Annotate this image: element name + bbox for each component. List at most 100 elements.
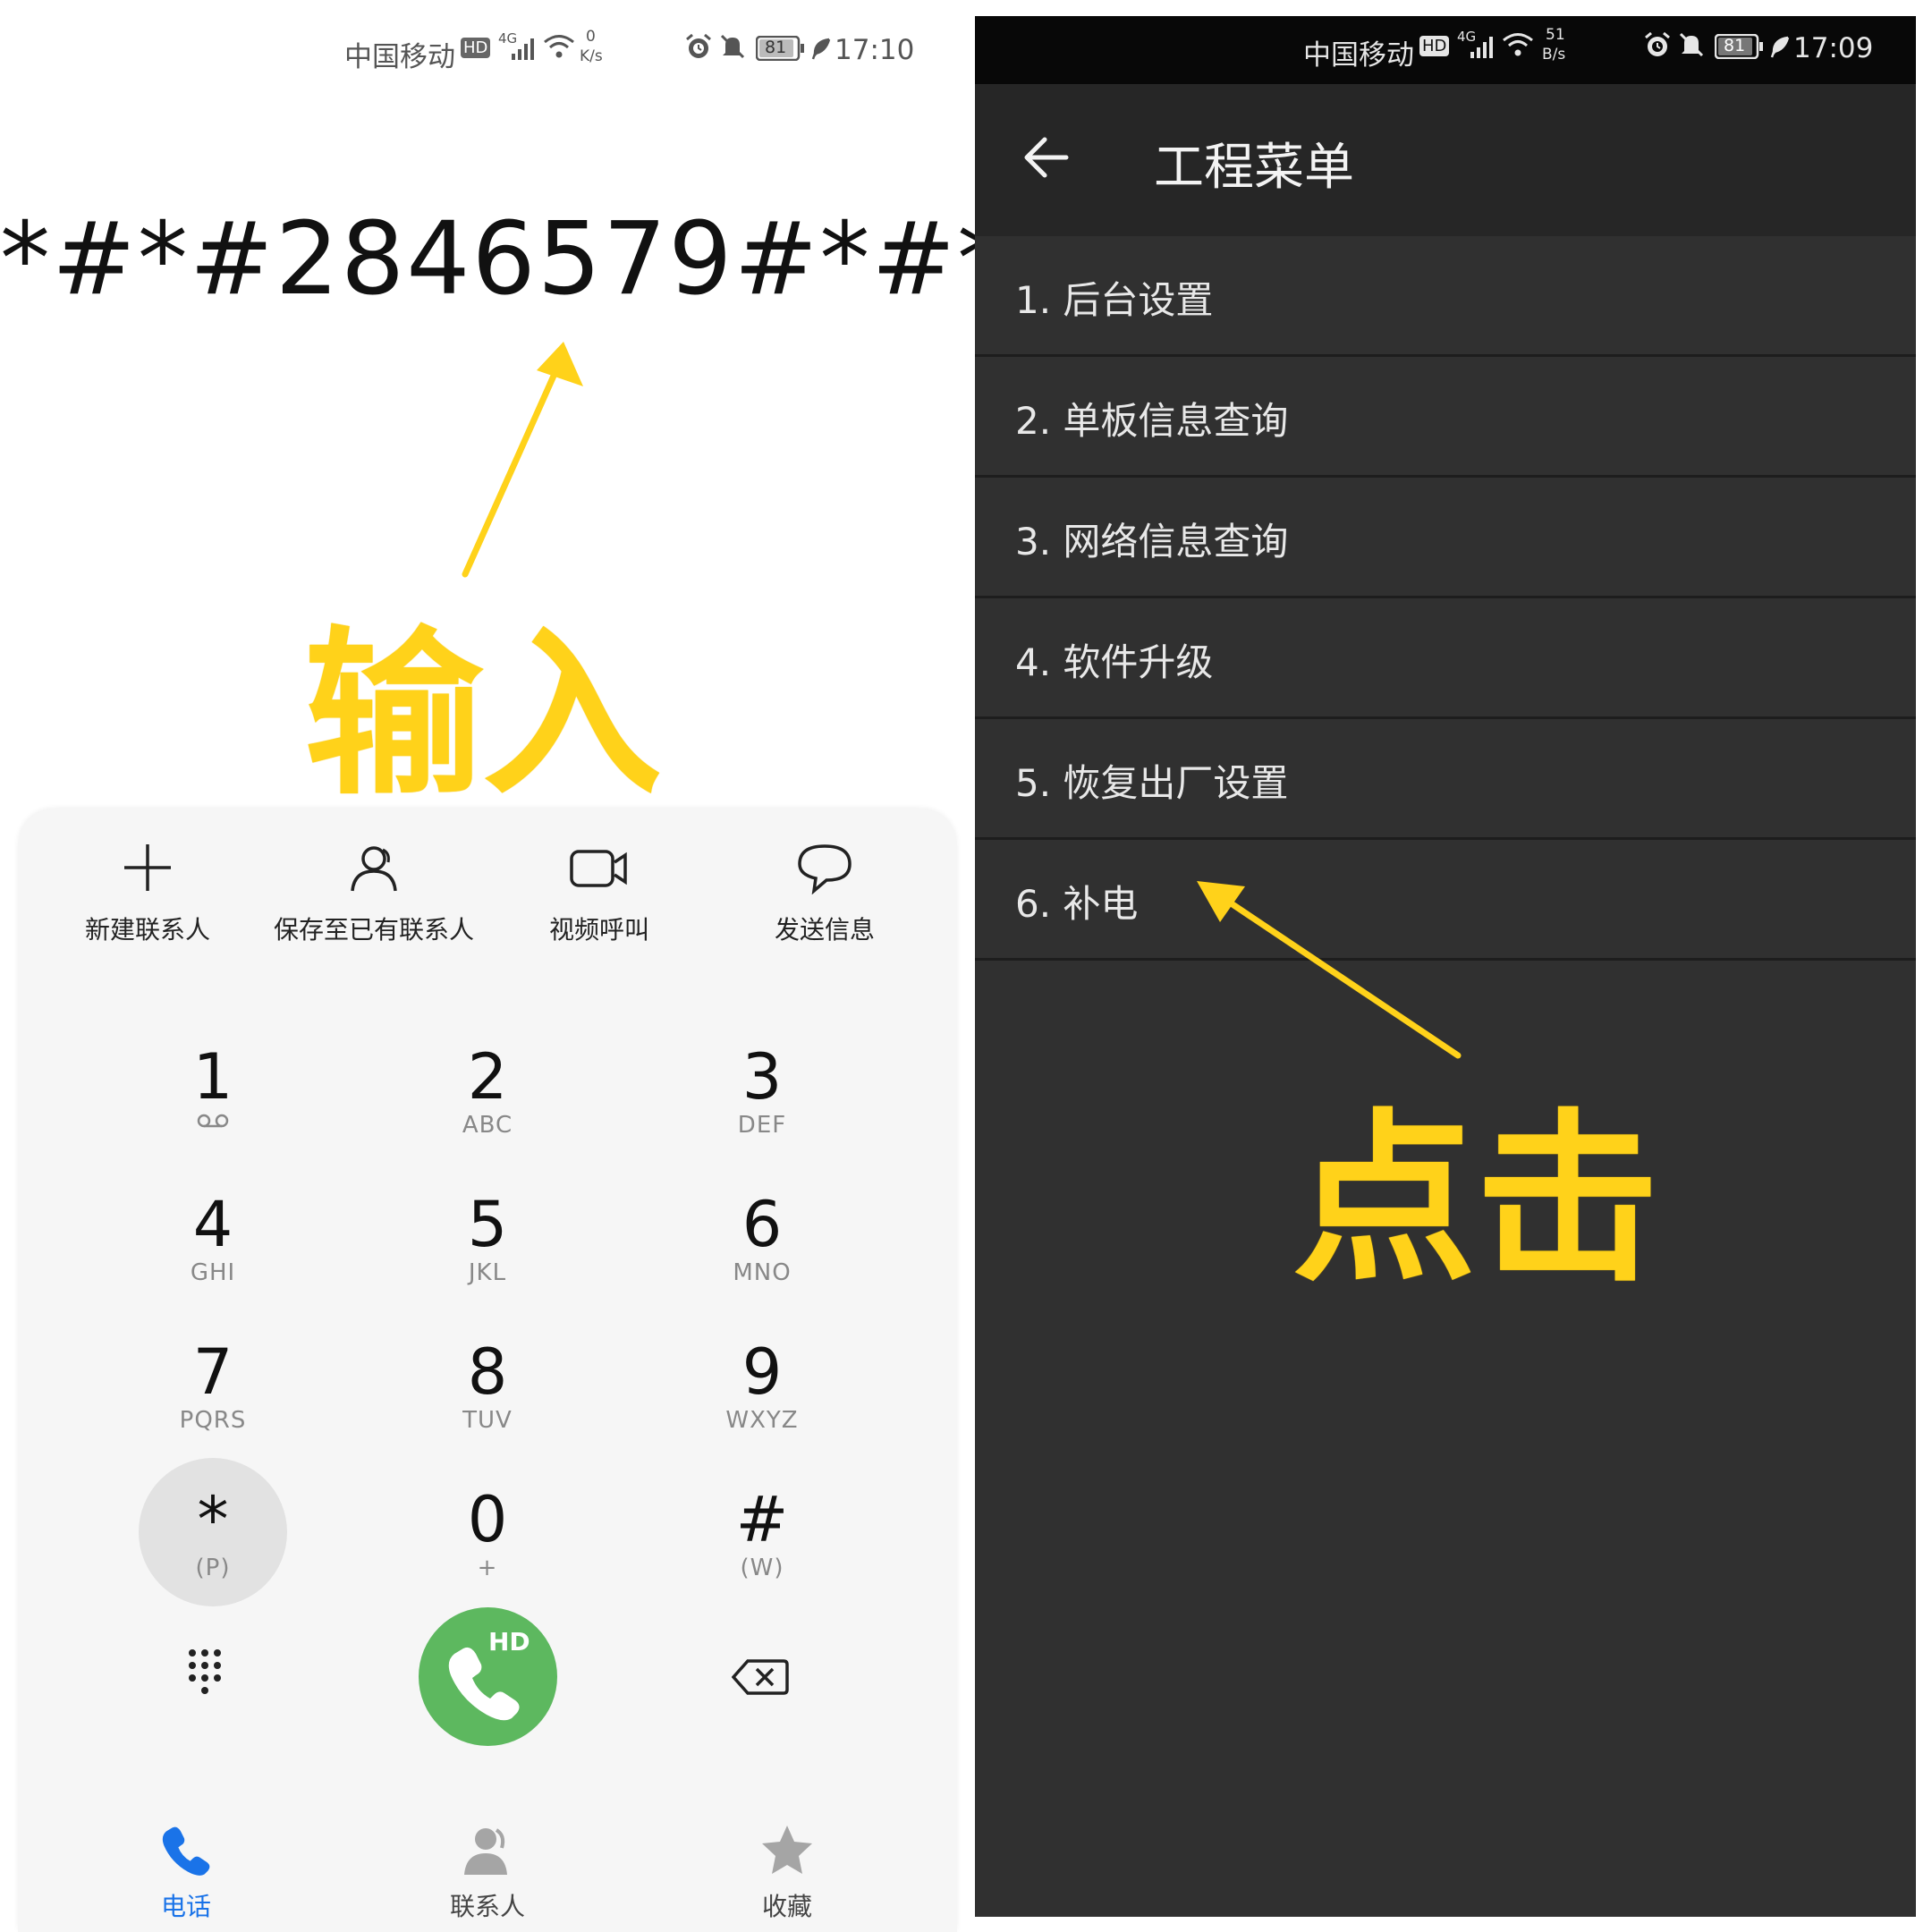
net-speed-value: 0 <box>586 28 596 46</box>
signal-icon <box>510 36 535 68</box>
speech-bubble-icon <box>798 844 852 894</box>
contacts-icon <box>464 1828 507 1875</box>
key-digit: 2 <box>467 1040 508 1114</box>
back-arrow-icon <box>1024 137 1069 178</box>
annotation-click-label: 点击 <box>1292 1094 1659 1307</box>
key-4[interactable]: 4 GHI <box>123 1190 302 1324</box>
carrier-name: 中国移动 <box>344 41 455 73</box>
net-speed-unit: B/s <box>1542 46 1566 64</box>
annotation-input-label: 输入 <box>304 611 663 819</box>
menu-item-label: 1. 后台设置 <box>1015 278 1214 322</box>
tab-contacts[interactable]: 联系人 <box>398 1823 577 1923</box>
wifi-icon <box>543 34 575 66</box>
key-digit: 8 <box>467 1335 508 1409</box>
status-bar: 中国移动 HD 4G 0 K/s 81 17:10 <box>344 29 917 73</box>
mute-icon <box>718 33 747 67</box>
menu-item-label: 2. 单板信息查询 <box>1015 399 1289 443</box>
battery-level: 81 <box>765 38 787 57</box>
save-to-contact-button[interactable]: 保存至已有联系人 <box>262 841 486 945</box>
annotation-arrow-left <box>1197 881 1462 1059</box>
menu-item-label: 3. 网络信息查询 <box>1015 520 1289 564</box>
video-camera-icon <box>570 850 627 887</box>
mute-icon <box>1677 31 1706 65</box>
key-3[interactable]: 3 DEF <box>673 1042 852 1176</box>
key-letters: (W) <box>740 1555 784 1581</box>
net-speed-value: 51 <box>1546 26 1565 44</box>
key-digit: 7 <box>192 1335 233 1409</box>
dialer-screen: 中国移动 HD 4G 0 K/s 81 17:10 *#*#2846579#*#… <box>0 0 1010 1932</box>
save-to-contact-label: 保存至已有联系人 <box>273 915 474 945</box>
key-digit: 5 <box>467 1188 508 1261</box>
key-1[interactable]: 1 <box>123 1042 302 1176</box>
call-button[interactable]: HD <box>419 1607 557 1746</box>
key-letters: PQRS <box>179 1407 247 1434</box>
menu-item-board-info[interactable]: 2. 单板信息查询 <box>975 357 1916 478</box>
key-letters: + <box>477 1555 498 1581</box>
key-digit: 1 <box>192 1040 233 1114</box>
menu-item-background-settings[interactable]: 1. 后台设置 <box>975 236 1916 357</box>
menu-item-network-info[interactable]: 3. 网络信息查询 <box>975 478 1916 598</box>
key-letters: ABC <box>462 1112 513 1139</box>
new-contact-label: 新建联系人 <box>84 915 210 945</box>
new-contact-button[interactable]: 新建联系人 <box>36 841 259 945</box>
page-title: 工程菜单 <box>1154 139 1354 197</box>
person-icon <box>351 846 397 892</box>
send-message-button[interactable]: 发送信息 <box>713 841 936 945</box>
backspace-icon <box>731 1659 789 1695</box>
video-call-button[interactable]: 视频呼叫 <box>487 841 711 945</box>
menu-item-label: 4. 软件升级 <box>1015 640 1214 684</box>
menu-item-factory-reset[interactable]: 5. 恢复出厂设置 <box>975 719 1916 840</box>
key-letters: DEF <box>737 1112 787 1139</box>
battery-level: 81 <box>1724 36 1746 55</box>
phone-icon <box>162 1826 210 1876</box>
key-letters: WXYZ <box>725 1407 799 1434</box>
key-digit: # <box>735 1483 789 1556</box>
key-2[interactable]: 2 ABC <box>398 1042 577 1176</box>
annotation-arrow-up <box>462 342 583 578</box>
key-digit: 6 <box>741 1188 783 1261</box>
power-saver-icon <box>1770 34 1790 66</box>
carrier-name: 中国移动 <box>1303 39 1414 72</box>
wifi-icon <box>1502 32 1534 64</box>
key-8[interactable]: 8 TUV <box>398 1337 577 1471</box>
key-digit: 4 <box>192 1188 233 1261</box>
key-letters: JKL <box>468 1259 507 1286</box>
tab-contacts-label: 联系人 <box>449 1892 525 1921</box>
signal-icon <box>1469 34 1494 66</box>
net-speed-unit: K/s <box>580 47 603 65</box>
key-9[interactable]: 9 WXYZ <box>673 1337 852 1471</box>
dialed-number-display: *#*#2846579#*#* <box>0 201 1010 318</box>
key-digit: 9 <box>741 1335 783 1409</box>
hd-badge: HD <box>461 38 491 58</box>
menu-item-label: 6. 补电 <box>1015 882 1139 926</box>
key-digit: 0 <box>467 1483 508 1556</box>
tab-phone[interactable]: 电话 <box>97 1823 275 1923</box>
status-bar: 中国移动 HD 4G 51 B/s 81 17:09 <box>975 16 1916 84</box>
key-5[interactable]: 5 JKL <box>398 1190 577 1324</box>
hd-call-badge: HD <box>488 1627 530 1657</box>
dialpad-toggle-button[interactable] <box>183 1646 241 1703</box>
status-time: 17:10 <box>835 34 915 66</box>
key-letters: MNO <box>733 1259 792 1286</box>
backspace-button[interactable] <box>731 1657 789 1697</box>
key-7[interactable]: 7 PQRS <box>123 1337 302 1471</box>
menu-item-software-upgrade[interactable]: 4. 软件升级 <box>975 598 1916 719</box>
key-digit: 3 <box>741 1040 783 1114</box>
back-button[interactable] <box>1020 131 1082 193</box>
hd-badge: HD <box>1419 36 1450 56</box>
key-6[interactable]: 6 MNO <box>673 1190 852 1324</box>
power-saver-icon <box>811 36 831 68</box>
voicemail-icon <box>197 1114 229 1128</box>
key-letters: GHI <box>190 1259 236 1286</box>
key-hash[interactable]: # (W) <box>673 1485 852 1619</box>
key-star[interactable]: * (P) <box>123 1485 302 1619</box>
key-letters: TUV <box>462 1407 513 1434</box>
tab-favorites[interactable]: 收藏 <box>698 1823 877 1923</box>
key-0[interactable]: 0 + <box>398 1485 577 1619</box>
video-call-label: 视频呼叫 <box>548 915 649 945</box>
tab-phone-label: 电话 <box>160 1892 211 1921</box>
app-bar: 工程菜单 <box>975 84 1916 236</box>
menu-item-label: 5. 恢复出厂设置 <box>1015 761 1289 805</box>
status-time: 17:09 <box>1793 32 1874 64</box>
alarm-icon <box>1643 31 1672 66</box>
